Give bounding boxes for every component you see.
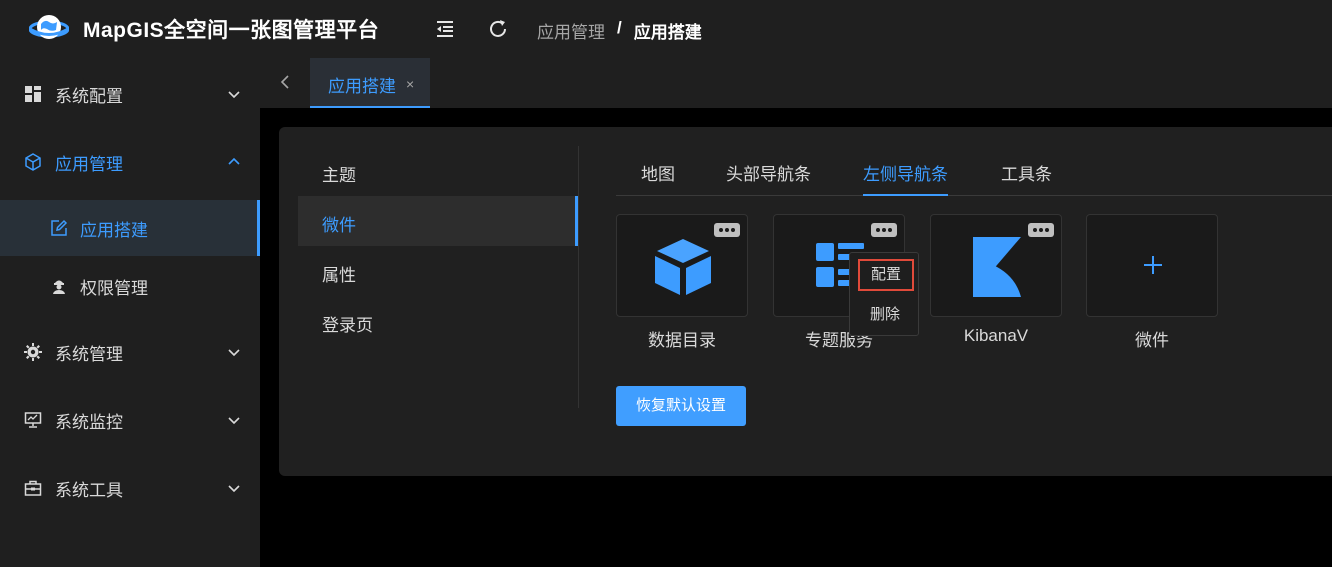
nav-item-label: 微件 [322,216,356,235]
sidebar: 系统配置 应用管理 应用搭建 权限管理 系统管理 系统监控 系统工具 [0,58,260,567]
nav-item-widget[interactable]: 微件 [298,196,578,246]
chevron-down-icon [228,417,240,425]
nav-item-login-page[interactable]: 登录页 [298,296,578,346]
widget-card-label: 数据目录 [648,331,716,350]
chevron-down-icon [228,349,240,357]
add-widget-card[interactable] [1086,214,1218,317]
app-title: MapGIS全空间一张图管理平台 [83,19,380,42]
chevron-left-icon[interactable] [278,74,292,90]
grid-icon [25,86,41,102]
nav-item-theme[interactable]: 主题 [298,146,578,196]
vertical-divider [578,146,579,408]
tabs-bar: 应用搭建 × [260,58,1332,108]
sidebar-item-label: 系统工具 [55,480,123,500]
chevron-down-icon [228,485,240,493]
monitor-icon [24,412,42,428]
refresh-icon[interactable] [486,17,510,41]
tab-toolbar[interactable]: 工具条 [1001,160,1052,196]
menu-fold-icon[interactable] [433,17,457,41]
cube-icon [25,153,41,171]
chevron-up-icon [228,157,240,165]
sidebar-item-label: 系统监控 [55,412,123,432]
sidebar-item-system-management[interactable]: 系统管理 [0,323,260,381]
tab-label: 应用搭建 [328,77,396,96]
tab-header-nav[interactable]: 头部导航条 [726,160,811,196]
top-header: MapGIS全空间一张图管理平台 应用管理 / 应用搭建 [0,0,1332,58]
tab-app-build[interactable]: 应用搭建 × [310,58,430,108]
globe-logo-icon [29,15,69,39]
breadcrumb: 应用管理 / 应用搭建 [537,18,702,43]
breadcrumb-app-management[interactable]: 应用管理 [537,18,605,43]
user-secret-icon [53,280,65,294]
nav-item-label: 属性 [322,266,356,285]
widget-card-label: 微件 [1135,331,1169,350]
sidebar-item-system-tools[interactable]: 系统工具 [0,459,260,517]
widget-card-data-directory[interactable] [616,214,748,317]
reset-default-button[interactable]: 恢复默认设置 [616,386,746,426]
nav-item-label: 主题 [322,166,356,185]
sidebar-item-label: 应用管理 [55,154,123,174]
breadcrumb-current: 应用搭建 [633,23,702,42]
toolbox-icon [24,480,42,496]
cube-icon [655,239,711,295]
widget-card-kibanav[interactable] [930,214,1062,317]
sidebar-item-permission[interactable]: 权限管理 [0,258,260,314]
gear-icon [24,343,42,361]
sidebar-item-label: 权限管理 [80,278,148,298]
more-icon[interactable] [714,223,740,237]
nav-item-label: 登录页 [322,316,373,335]
edit-icon [51,219,68,236]
chevron-down-icon [228,91,240,99]
tab-map[interactable]: 地图 [641,160,675,196]
sidebar-item-label: 系统管理 [55,344,123,364]
content-tabs: 地图 头部导航条 左侧导航条 工具条 [616,146,1332,196]
sidebar-item-app-build[interactable]: 应用搭建 [0,200,260,256]
sidebar-item-app-management[interactable]: 应用管理 [0,133,260,191]
card-action-menu: 配置 删除 [849,252,919,336]
widget-card-label: KibanaV [963,326,1029,345]
sidebar-item-label: 系统配置 [55,86,123,106]
nav-item-properties[interactable]: 属性 [298,246,578,296]
breadcrumb-separator: / [617,18,622,37]
kibana-icon [973,237,1021,297]
plus-icon [1144,256,1162,274]
tab-left-nav[interactable]: 左侧导航条 [863,160,948,196]
sidebar-item-system-monitor[interactable]: 系统监控 [0,391,260,449]
menu-item-delete[interactable]: 删除 [850,303,920,324]
menu-item-configure[interactable]: 配置 [858,259,914,291]
more-icon[interactable] [1028,223,1054,237]
more-icon[interactable] [871,223,897,237]
close-icon[interactable]: × [406,76,414,92]
sidebar-item-system-config[interactable]: 系统配置 [0,65,260,123]
sidebar-item-label: 应用搭建 [80,220,148,240]
